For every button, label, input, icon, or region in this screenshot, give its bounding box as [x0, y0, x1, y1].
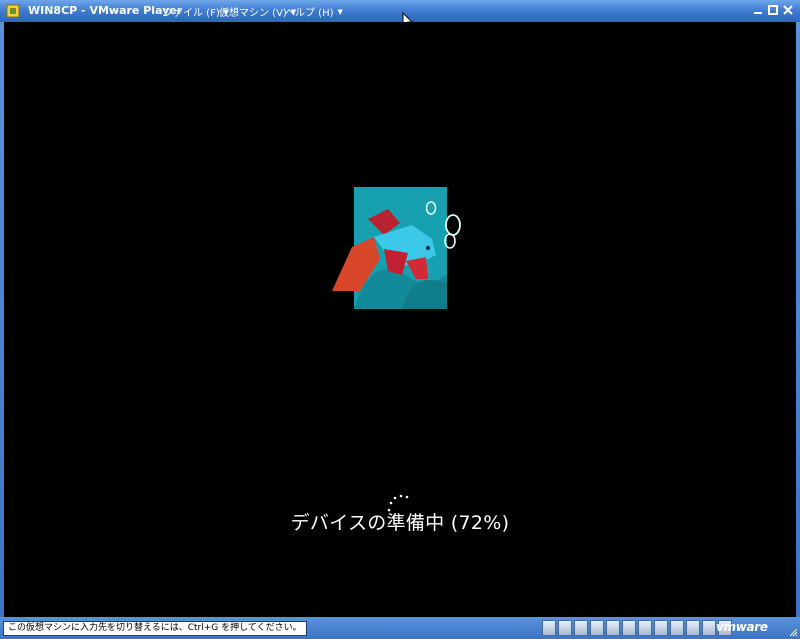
vmware-brand-logo: vmware [716, 620, 768, 634]
title-bar[interactable]: WIN8CP - VMware Player ファイル (F) ▼ 仮想マシン … [0, 0, 800, 30]
minimize-icon [754, 12, 762, 14]
maximize-icon [768, 5, 778, 15]
vmware-app-icon [6, 4, 20, 18]
hard-disk-icon[interactable] [542, 620, 556, 636]
usb-icon[interactable] [638, 620, 652, 636]
close-button[interactable] [782, 4, 794, 16]
usb-icon[interactable] [622, 620, 636, 636]
device-icons [542, 620, 732, 636]
window-title: WIN8CP - VMware Player [28, 4, 183, 17]
maximize-button[interactable] [767, 4, 779, 16]
betta-fish-logo-icon [332, 187, 461, 309]
resize-grip-icon[interactable] [788, 627, 798, 637]
chevron-down-icon: ▼ [337, 7, 343, 16]
minimize-button[interactable] [752, 4, 764, 16]
cdrom-icon[interactable] [558, 620, 572, 636]
menu-help[interactable]: ヘルプ (H) ▼ [285, 4, 343, 20]
menu-file-label: ファイル (F) [163, 8, 220, 19]
floppy-icon[interactable] [574, 620, 588, 636]
printer-icon[interactable] [606, 620, 620, 636]
display-icon[interactable] [702, 620, 716, 636]
network-icon[interactable] [590, 620, 604, 636]
usb-icon[interactable] [654, 620, 668, 636]
close-icon [783, 5, 793, 15]
display-icon[interactable] [686, 620, 700, 636]
status-bar: この仮想マシンに入力先を切り替えるには、Ctrl+G を押してください。 vmw… [0, 617, 800, 639]
menu-help-label: ヘルプ (H) [285, 8, 334, 19]
vmware-player-window: WIN8CP - VMware Player ファイル (F) ▼ 仮想マシン … [0, 0, 800, 639]
menu-vm-label: 仮想マシン (V) [219, 8, 287, 19]
guest-screen[interactable]: デバイスの準備中 (72%) [4, 22, 796, 617]
usb-icon[interactable] [670, 620, 684, 636]
input-hint-message: この仮想マシンに入力先を切り替えるには、Ctrl+G を押してください。 [3, 621, 307, 636]
preparing-devices-status: デバイスの準備中 (72%) [290, 512, 510, 534]
